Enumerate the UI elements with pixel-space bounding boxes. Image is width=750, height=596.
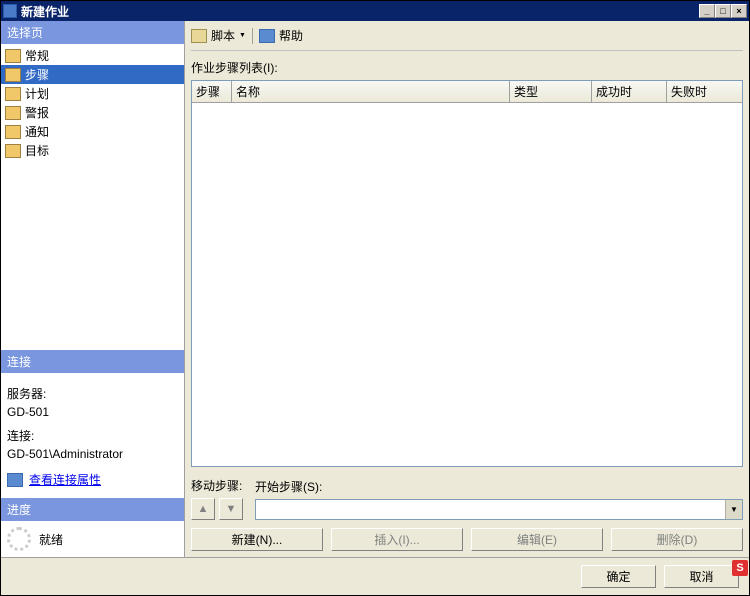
ok-button[interactable]: 确定 bbox=[581, 565, 656, 588]
page-icon bbox=[5, 125, 21, 139]
arrow-down-icon: ▼ bbox=[226, 503, 237, 515]
col-name[interactable]: 名称 bbox=[232, 81, 510, 102]
new-button[interactable]: 新建(N)... bbox=[191, 528, 323, 551]
table-header: 步骤 名称 类型 成功时 失败时 bbox=[192, 81, 742, 103]
ime-badge[interactable]: S bbox=[732, 560, 748, 576]
spinner-icon bbox=[7, 527, 31, 551]
page-icon bbox=[5, 106, 21, 120]
maximize-button[interactable]: □ bbox=[715, 4, 731, 18]
nav-label: 目标 bbox=[25, 142, 49, 159]
move-up-button[interactable]: ▲ bbox=[191, 498, 215, 520]
page-icon bbox=[5, 144, 21, 158]
script-button[interactable]: 脚本 bbox=[211, 27, 235, 44]
titlebar[interactable]: 新建作业 _ □ × bbox=[1, 1, 749, 21]
col-step[interactable]: 步骤 bbox=[192, 81, 232, 102]
nav-label: 计划 bbox=[25, 85, 49, 102]
separator bbox=[252, 28, 253, 44]
col-type[interactable]: 类型 bbox=[510, 81, 592, 102]
conn-label: 连接: bbox=[7, 427, 178, 445]
move-step-label: 移动步骤: bbox=[191, 477, 243, 494]
nav-item-steps[interactable]: 步骤 bbox=[1, 65, 184, 84]
help-icon bbox=[259, 29, 275, 43]
nav-label: 常规 bbox=[25, 47, 49, 64]
script-icon bbox=[191, 29, 207, 43]
left-panel: 选择页 常规 步骤 计划 警报 通知 目标 连接 服务器: GD-501 连接:… bbox=[1, 21, 185, 557]
app-icon bbox=[3, 4, 17, 18]
edit-button[interactable]: 编辑(E) bbox=[471, 528, 603, 551]
nav-item-schedule[interactable]: 计划 bbox=[1, 84, 184, 103]
nav-item-notify[interactable]: 通知 bbox=[1, 122, 184, 141]
nav-item-target[interactable]: 目标 bbox=[1, 141, 184, 160]
conn-value: GD-501\Administrator bbox=[7, 445, 178, 463]
move-down-button[interactable]: ▼ bbox=[219, 498, 243, 520]
insert-button[interactable]: 插入(I)... bbox=[331, 528, 463, 551]
steps-table: 步骤 名称 类型 成功时 失败时 bbox=[191, 80, 743, 467]
window-title: 新建作业 bbox=[21, 3, 699, 20]
step-list-label: 作业步骤列表(I): bbox=[191, 59, 743, 76]
select-page-header: 选择页 bbox=[1, 21, 184, 44]
action-buttons: 新建(N)... 插入(I)... 编辑(E) 删除(D) bbox=[191, 528, 743, 551]
delete-button[interactable]: 删除(D) bbox=[611, 528, 743, 551]
col-success[interactable]: 成功时 bbox=[592, 81, 667, 102]
help-button[interactable]: 帮助 bbox=[279, 27, 303, 44]
new-job-window: 新建作业 _ □ × 选择页 常规 步骤 计划 警报 通知 目标 连接 服务器:… bbox=[0, 0, 750, 596]
right-panel: 脚本 ▼ 帮助 作业步骤列表(I): 步骤 名称 类型 成功时 失败时 bbox=[185, 21, 749, 557]
minimize-button[interactable]: _ bbox=[699, 4, 715, 18]
col-fail[interactable]: 失败时 bbox=[667, 81, 742, 102]
bottom-controls: 移动步骤: ▲ ▼ 开始步骤(S): ▼ bbox=[191, 477, 743, 520]
close-button[interactable]: × bbox=[731, 4, 747, 18]
arrow-up-icon: ▲ bbox=[198, 503, 209, 515]
cancel-button[interactable]: 取消 bbox=[664, 565, 739, 588]
nav-item-alerts[interactable]: 警报 bbox=[1, 103, 184, 122]
nav-label: 步骤 bbox=[25, 66, 49, 83]
connection-header: 连接 bbox=[1, 350, 184, 373]
toolbar: 脚本 ▼ 帮助 bbox=[191, 25, 743, 51]
progress-status: 就绪 bbox=[39, 531, 63, 548]
nav-label: 警报 bbox=[25, 104, 49, 121]
start-step-label: 开始步骤(S): bbox=[255, 478, 743, 495]
nav-list: 常规 步骤 计划 警报 通知 目标 bbox=[1, 44, 184, 162]
body-area: 选择页 常规 步骤 计划 警报 通知 目标 连接 服务器: GD-501 连接:… bbox=[1, 21, 749, 557]
progress-section: 就绪 bbox=[1, 521, 184, 557]
page-icon bbox=[5, 87, 21, 101]
page-icon bbox=[5, 49, 21, 63]
nav-label: 通知 bbox=[25, 123, 49, 140]
start-step-select[interactable]: ▼ bbox=[255, 499, 743, 520]
view-connection-label: 查看连接属性 bbox=[29, 471, 101, 489]
progress-header: 进度 bbox=[1, 498, 184, 521]
server-label: 服务器: bbox=[7, 385, 178, 403]
chevron-down-icon[interactable]: ▼ bbox=[239, 32, 246, 39]
chevron-down-icon[interactable]: ▼ bbox=[725, 500, 742, 519]
server-value: GD-501 bbox=[7, 403, 178, 421]
connection-section: 服务器: GD-501 连接: GD-501\Administrator 查看连… bbox=[1, 373, 184, 498]
page-icon bbox=[5, 68, 21, 82]
dialog-footer: 确定 取消 bbox=[1, 557, 749, 595]
table-body[interactable] bbox=[192, 103, 742, 466]
nav-item-general[interactable]: 常规 bbox=[1, 46, 184, 65]
connection-icon bbox=[7, 473, 23, 487]
view-connection-link[interactable]: 查看连接属性 bbox=[7, 471, 101, 489]
